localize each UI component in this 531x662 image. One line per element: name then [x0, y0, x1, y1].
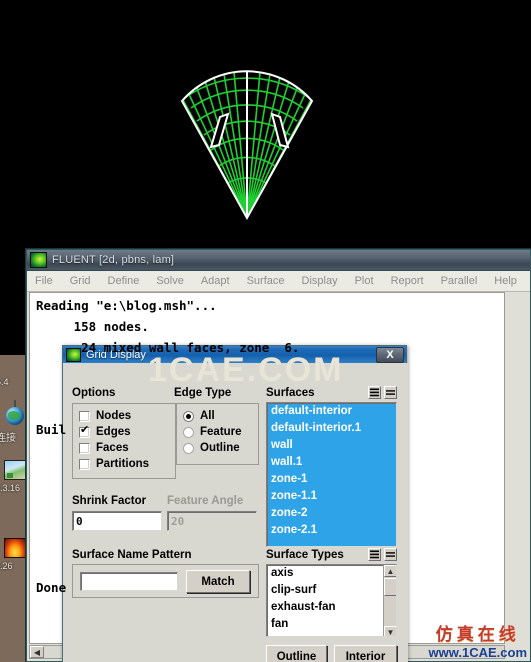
radio-outline-label: Outline [200, 442, 240, 454]
menu-item-grid[interactable]: Grid [70, 275, 91, 287]
main-titlebar[interactable]: FLUENT [2d, pbns, lam] [27, 250, 530, 271]
surface-name-pattern-input[interactable] [80, 572, 178, 591]
radio-all-label: All [200, 410, 215, 422]
radio-feature-label: Feature [200, 426, 242, 438]
surfaces-listbox[interactable]: default-interior default-interior.1 wall… [266, 402, 397, 547]
menu-item-report[interactable]: Report [391, 275, 424, 287]
menu-item-surface[interactable]: Surface [247, 275, 285, 287]
menu-item-solve[interactable]: Solve [156, 275, 184, 287]
list-item[interactable]: axis [267, 565, 396, 582]
console-line-2: 24 mixed wall faces, zone 6. [36, 340, 300, 355]
list-item[interactable]: wall.1 [267, 454, 396, 471]
list-item[interactable]: zone-1 [267, 471, 396, 488]
shrink-factor-input[interactable]: 0 [72, 511, 162, 531]
checkbox-edges-icon [79, 425, 90, 438]
console-line-done: Done [36, 580, 67, 595]
radio-all[interactable]: All [183, 408, 258, 424]
caret-down-icon[interactable]: ▼ [384, 626, 396, 636]
console-line-0: Reading "e:\blog.msh"... [36, 298, 217, 313]
surface-types-label: Surface Types [266, 549, 344, 561]
console-line-1: 158 nodes. [36, 319, 149, 334]
surface-name-pattern-label: Surface Name Pattern [72, 549, 192, 561]
checkbox-nodes[interactable]: Nodes [79, 408, 175, 424]
scroll-thumb[interactable] [384, 578, 396, 596]
menu-item-adapt[interactable]: Adapt [201, 275, 230, 287]
feature-angle-label: Feature Angle [167, 495, 244, 507]
list-item[interactable]: zone-2 [267, 505, 396, 522]
grid-mesh-render [180, 70, 314, 221]
surface-types-list-all-icon[interactable] [368, 548, 381, 561]
console-line-building: Buil [36, 422, 67, 437]
desktop-label-1: 连接 [0, 433, 16, 444]
surface-types-listbox[interactable]: axis clip-surf exhaust-fan fan ▲ ▼ [266, 564, 397, 637]
surfaces-list-all-icon[interactable] [368, 386, 381, 399]
list-item[interactable]: clip-surf [267, 582, 396, 599]
site-watermark: 仿真在线 www.1CAE.com [429, 625, 527, 660]
checkbox-faces-label: Faces [96, 442, 129, 454]
radio-all-icon [183, 410, 194, 422]
menu-item-parallel[interactable]: Parallel [441, 275, 478, 287]
options-group: Nodes Edges Faces Partitions [72, 403, 176, 479]
desktop-label-2: 2.3.16 [0, 483, 21, 493]
desktop-label-0: 5.4 [0, 377, 9, 387]
grid-display-dialog: Grid Display X Options Nodes Edges Faces [62, 345, 408, 662]
list-item[interactable]: wall [267, 437, 396, 454]
dialog-body: Options Nodes Edges Faces Partitions [63, 363, 408, 662]
checkbox-faces-icon [79, 442, 90, 454]
menubar: File Grid Define Solve Adapt Surface Dis… [27, 271, 530, 292]
checkbox-nodes-label: Nodes [96, 410, 132, 422]
checkbox-partitions[interactable]: Partitions [79, 456, 175, 472]
graphics-window[interactable] [0, 0, 531, 250]
radio-feature-icon [183, 426, 194, 438]
desktop-label-3: 3.26 [0, 561, 13, 571]
list-item[interactable]: default-interior.1 [267, 420, 396, 437]
checkbox-edges-label: Edges [96, 426, 131, 438]
surface-types-deselect-all-icon[interactable] [384, 548, 397, 561]
edge-type-group: All Feature Outline [176, 403, 259, 465]
scroll-left-icon[interactable]: ◀ [30, 646, 44, 658]
checkbox-edges[interactable]: Edges [79, 424, 175, 440]
watermark-chinese: 仿真在线 [435, 625, 520, 645]
screen-root: 5.4 连接 2.3.16 3.26 FLUENT [2d, pbns, lam… [0, 0, 531, 662]
shrink-factor-label: Shrink Factor [72, 495, 147, 507]
menu-item-plot[interactable]: Plot [355, 275, 374, 287]
radio-feature[interactable]: Feature [183, 424, 258, 440]
menu-item-file[interactable]: File [35, 275, 53, 287]
match-button[interactable]: Match [186, 570, 250, 593]
menu-item-help[interactable]: Help [494, 275, 517, 287]
interior-button[interactable]: Interior [334, 645, 397, 662]
checkbox-partitions-icon [79, 458, 90, 470]
checkbox-faces[interactable]: Faces [79, 440, 175, 456]
list-item[interactable]: zone-2.1 [267, 522, 396, 539]
checkbox-partitions-label: Partitions [96, 458, 150, 470]
fluent-logo-icon [30, 252, 47, 268]
feature-angle-input: 20 [167, 511, 257, 531]
radio-outline-icon [183, 442, 194, 454]
outline-button[interactable]: Outline [266, 645, 327, 662]
list-item[interactable]: exhaust-fan [267, 599, 396, 616]
window-title: FLUENT [2d, pbns, lam] [52, 254, 175, 266]
list-item[interactable]: fan [267, 616, 396, 633]
image-thumbnail-icon[interactable] [4, 460, 26, 480]
radio-outline[interactable]: Outline [183, 440, 258, 456]
options-label: Options [72, 387, 116, 399]
caret-up-icon[interactable]: ▲ [384, 565, 396, 577]
flame-icon[interactable] [4, 538, 26, 558]
list-item[interactable]: zone-1.1 [267, 488, 396, 505]
menu-item-define[interactable]: Define [108, 275, 140, 287]
menu-item-display[interactable]: Display [302, 275, 338, 287]
surfaces-deselect-all-icon[interactable] [384, 386, 397, 399]
list-item[interactable]: default-interior [267, 403, 396, 420]
surface-types-scrollbar[interactable]: ▲ ▼ [383, 565, 396, 636]
watermark-url: www.1CAE.com [428, 645, 527, 660]
checkbox-nodes-icon [79, 410, 90, 422]
globe-icon[interactable] [6, 400, 28, 427]
